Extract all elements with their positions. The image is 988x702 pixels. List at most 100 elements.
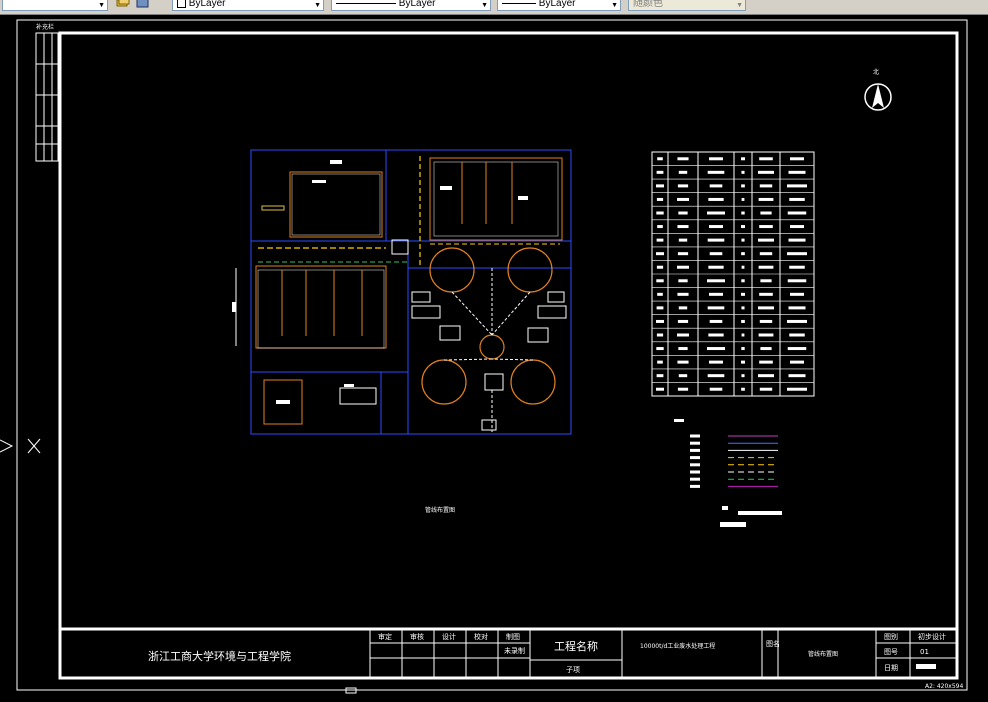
table-cell-text (759, 319, 773, 323)
linetype-dropdown[interactable]: ByLayer ▼ (331, 0, 491, 11)
table-cell-text (707, 374, 725, 378)
table-cell-text (790, 225, 804, 229)
table-cell-text (677, 333, 689, 337)
drafter-cell: 未录制 (504, 646, 525, 655)
table-cell-text (758, 306, 774, 310)
table-cell-text (678, 347, 688, 351)
table-cell-text (677, 157, 689, 161)
table-cell-text (709, 184, 723, 188)
table-cell-text (741, 306, 745, 310)
drawing-name: 管线布置图 (808, 650, 838, 658)
table-cell-text (657, 292, 663, 296)
color-dropdown[interactable]: ByLayer ▼ (172, 0, 324, 11)
table-cell-text (707, 211, 725, 215)
table-cell-text (741, 265, 745, 269)
table-cell-text (759, 184, 773, 188)
side-strip-label: 补充栏 (36, 23, 54, 31)
table-cell-text (708, 197, 724, 201)
table-cell-text (707, 238, 725, 242)
table-cell-text (657, 225, 663, 229)
table-cell-text (656, 197, 664, 201)
table-cell-text (656, 265, 664, 269)
header-design: 设计 (442, 632, 456, 641)
table-cell-text (787, 319, 807, 323)
table-cell-text (790, 292, 804, 296)
table-cell-text (741, 211, 745, 215)
table-cell-text (741, 279, 745, 283)
table-cell-text (741, 170, 745, 174)
layer-previous-icon[interactable] (136, 0, 150, 9)
color-combo-text: ByLayer (188, 0, 226, 9)
table-cell-text (656, 252, 664, 256)
table-cell-text (656, 184, 664, 188)
project-sub-label: 子项 (566, 666, 580, 674)
layer-state-icon[interactable] (116, 0, 130, 9)
table-cell-text (741, 225, 745, 229)
table-cell-text (741, 319, 745, 323)
table-cell-text (790, 157, 804, 161)
pipe-legend (674, 419, 782, 527)
table-cell-text (741, 157, 745, 161)
table-cell-text (789, 265, 805, 269)
drawing-canvas[interactable]: 补充栏 北 管线布置图 浙江工商大学环境与工程学院 审定 审核 设计 校对 制图… (0, 15, 988, 698)
side-strip: 补充栏 (35, 23, 59, 162)
drawing-col-label: 图名 (766, 639, 780, 648)
table-cell-text (741, 238, 745, 242)
table-cell-text (758, 238, 774, 242)
table-cell-text (707, 279, 725, 283)
header-approve: 审定 (378, 632, 392, 641)
legend-label (690, 441, 700, 445)
legend-label (690, 470, 700, 474)
header-check: 校对 (474, 632, 488, 641)
table-cell-text (677, 225, 689, 229)
north-label: 北 (873, 68, 879, 76)
table-cell-text (656, 279, 664, 283)
table-cell-text (656, 374, 664, 378)
table-cell-text (656, 306, 664, 310)
header-draw: 制图 (506, 632, 520, 641)
linetype-preview-icon (336, 2, 396, 4)
project-label: 工程名称 (554, 639, 598, 653)
lineweight-dropdown[interactable]: ByLayer ▼ (497, 0, 621, 11)
stage-label: 图别 (884, 632, 898, 641)
table-cell-text (760, 279, 772, 283)
chevron-down-icon: ▼ (481, 2, 488, 9)
table-cell-text (789, 197, 805, 201)
table-cell-text (759, 157, 773, 161)
table-cell-text (678, 211, 688, 215)
table-cell-text (656, 319, 664, 323)
table-cell-text (759, 292, 773, 296)
layer-dropdown[interactable]: ▼ (2, 0, 108, 11)
institution-name: 浙江工商大学环境与工程学院 (148, 649, 291, 663)
table-cell-text (656, 238, 664, 242)
chevron-down-icon: ▼ (314, 2, 321, 9)
table-cell-text (678, 170, 688, 174)
table-cell-text (787, 252, 807, 256)
table-cell-text (656, 333, 664, 337)
table-cell-text (788, 170, 806, 174)
legend-label (690, 434, 700, 438)
table-cell-text (758, 170, 774, 174)
table-cell-text (656, 387, 664, 391)
table-cell-text (741, 374, 745, 378)
sheet-label: 图号 (884, 648, 898, 656)
table-cell-text (787, 387, 807, 391)
legend-label (690, 456, 700, 460)
header-review: 审核 (410, 632, 424, 641)
legend-label (690, 463, 700, 467)
table-cell-text (677, 184, 689, 188)
equipment-table (651, 151, 815, 397)
table-cell-text (709, 292, 723, 296)
table-cell-text (677, 319, 689, 323)
table-cell-text (707, 306, 725, 310)
table-cell-text (758, 197, 774, 201)
table-cell-text (758, 333, 774, 337)
ucs-icon (0, 438, 41, 454)
paper-size: A2: 420x594 (925, 683, 963, 690)
table-cell-text (788, 306, 806, 310)
table-cell-text (677, 265, 689, 269)
table-cell-text (678, 306, 688, 310)
legend-label (690, 448, 700, 452)
table-cell-text (678, 374, 688, 378)
table-cell-text (759, 360, 773, 364)
